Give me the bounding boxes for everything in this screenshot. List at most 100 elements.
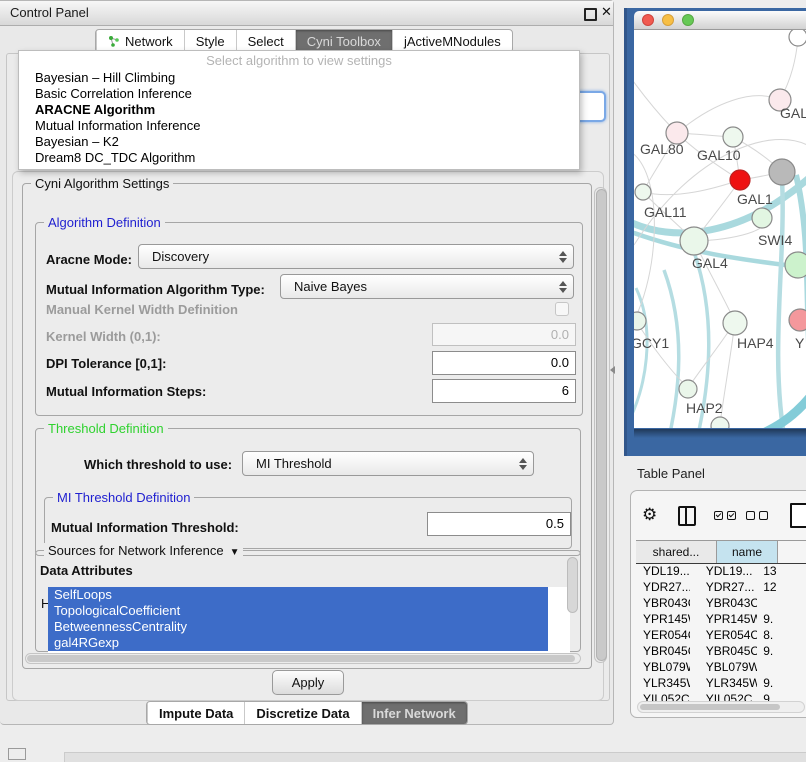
- apply-button[interactable]: Apply: [272, 670, 344, 695]
- tab-label: Network: [125, 34, 173, 49]
- cyni-mode-tab[interactable]: Impute Data: [147, 702, 244, 724]
- dpi-tolerance-field[interactable]: 0.0: [432, 351, 576, 375]
- minimize-traffic-light-icon[interactable]: [662, 14, 674, 26]
- algorithm-popup-item[interactable]: Dream8 DC_TDC Algorithm: [19, 150, 579, 166]
- label-gal1: GAL1: [737, 191, 773, 207]
- label-gal80: GAL80: [640, 141, 684, 157]
- aracne-mode-select[interactable]: Discovery: [138, 244, 574, 269]
- mi-threshold-group: MI Threshold Definition Mutual Informati…: [44, 497, 572, 549]
- table-row[interactable]: YPR145W YPR145W 9.: [636, 611, 806, 627]
- aracne-mode-value: Discovery: [152, 249, 209, 264]
- sources-group: Sources for Network Inference▼ Data Attr…: [35, 550, 581, 652]
- table-row[interactable]: YBL079W YBL079W: [636, 659, 806, 675]
- kernel-width-field[interactable]: 0.0: [432, 323, 576, 346]
- mi-threshold-label: Mutual Information Threshold:: [51, 520, 239, 535]
- checked-boxes-icon[interactable]: [714, 511, 740, 521]
- node-gal4: [680, 227, 708, 255]
- attributes-scrollbar[interactable]: [567, 557, 578, 613]
- network-window-shadow: [634, 429, 806, 438]
- columns-icon[interactable]: [678, 506, 696, 526]
- network-canvas[interactable]: GAL GAL80 GAL10 GAL1 GAL11 SWI4 GAL4 GCY…: [634, 30, 806, 428]
- cell-value: 9.: [757, 611, 806, 627]
- threshold-definition-group: Threshold Definition Which threshold to …: [35, 428, 581, 556]
- control-panel-tab[interactable]: Select: [236, 30, 295, 52]
- algorithm-popup-item[interactable]: Bayesian – Hill Climbing: [19, 70, 579, 86]
- gear-icon[interactable]: ⚙: [642, 504, 657, 526]
- cell-shared-name: YPR145W: [636, 611, 690, 627]
- node-red-selected: [730, 170, 750, 190]
- data-attribute-item[interactable]: BetweennessCentrality: [48, 619, 548, 635]
- table-row[interactable]: YBR043C YBR043C: [636, 595, 806, 611]
- algorithm-popup-item[interactable]: Basic Correlation Inference: [19, 86, 579, 102]
- which-threshold-select[interactable]: MI Threshold: [242, 451, 534, 476]
- control-panel-tab[interactable]: Style: [184, 30, 236, 52]
- cyni-mode-tabs: Impute Data Discretize Data Infer Networ…: [146, 701, 468, 725]
- document-icon[interactable]: [790, 503, 806, 528]
- label-hap4: HAP4: [737, 335, 774, 351]
- label-gcy1: GCY1: [634, 335, 669, 351]
- control-panel-title: Control Panel: [10, 5, 89, 20]
- zoom-traffic-light-icon[interactable]: [682, 14, 694, 26]
- mi-threshold-field[interactable]: 0.5: [427, 512, 571, 536]
- threshold-definition-title: Threshold Definition: [44, 421, 168, 436]
- cell-name: YBL079W: [690, 659, 757, 675]
- mi-type-value: Naive Bayes: [294, 279, 367, 294]
- table-column-header[interactable]: name: [717, 541, 777, 563]
- table-row[interactable]: YBR045C YBR045C 9.: [636, 643, 806, 659]
- algorithm-popup-item[interactable]: Bayesian – K2: [19, 134, 579, 150]
- manual-kernel-checkbox[interactable]: [555, 302, 569, 316]
- settings-vertical-scrollbar[interactable]: [594, 187, 607, 663]
- stepper-arrows-icon: [559, 251, 566, 263]
- close-icon[interactable]: ✕: [601, 4, 612, 20]
- cell-value: 9.: [757, 675, 806, 691]
- table-toolbar: ⚙: [640, 503, 806, 533]
- unchecked-boxes-icon[interactable]: [746, 511, 772, 521]
- manual-kernel-label: Manual Kernel Width Definition: [46, 302, 238, 317]
- cyni-mode-tab[interactable]: Infer Network: [361, 702, 467, 724]
- node-partial-top: [789, 30, 806, 46]
- table-row[interactable]: YDR27... YDR27... 12: [636, 579, 806, 595]
- cell-name: YPR145W: [690, 611, 757, 627]
- table-column-header[interactable]: shared...: [636, 541, 717, 563]
- data-attribute-item[interactable]: TopologicalCoefficient: [48, 603, 548, 619]
- mi-type-select[interactable]: Naive Bayes: [280, 274, 574, 299]
- node-gray: [769, 159, 795, 185]
- tab-label: Discretize Data: [256, 706, 349, 721]
- panel-divider-handle[interactable]: [610, 366, 615, 374]
- tab-label: Style: [196, 34, 225, 49]
- cyni-mode-tab[interactable]: Discretize Data: [244, 702, 360, 724]
- cell-name: YLR345W: [690, 675, 757, 691]
- column-label: shared...: [653, 545, 700, 559]
- network-window-titlebar[interactable]: [634, 11, 806, 30]
- control-panel-tab[interactable]: Network: [96, 30, 184, 52]
- control-panel-tab[interactable]: jActiveMNodules: [392, 30, 512, 52]
- cell-shared-name: YDR27...: [636, 579, 690, 595]
- sources-title[interactable]: Sources for Network Inference▼: [44, 543, 243, 558]
- control-panel-tab[interactable]: Cyni Toolbox: [295, 30, 392, 52]
- data-attribute-item[interactable]: gal4RGexp: [48, 635, 548, 651]
- settings-horizontal-scrollbar[interactable]: [25, 653, 581, 664]
- table-horizontal-scrollbar[interactable]: [637, 701, 805, 713]
- algorithm-popup-item[interactable]: ARACNE Algorithm: [19, 102, 579, 118]
- which-threshold-label: Which threshold to use:: [84, 457, 232, 472]
- table-row[interactable]: YDL19... YDL19... 13: [636, 563, 806, 579]
- label-y: Y: [795, 335, 805, 351]
- data-attribute-item[interactable]: SelfLoops: [48, 587, 548, 603]
- table-panel-title: Table Panel: [637, 466, 705, 481]
- table-column-header[interactable]: [777, 541, 778, 563]
- cell-shared-name: YER054C: [636, 627, 690, 643]
- mi-threshold-title: MI Threshold Definition: [53, 490, 194, 505]
- float-window-icon[interactable]: [584, 8, 597, 21]
- cell-value: [757, 595, 806, 611]
- close-traffic-light-icon[interactable]: [642, 14, 654, 26]
- collapsed-panel-icon[interactable]: [8, 748, 26, 760]
- algorithm-popup: Select algorithm to view settings Bayesi…: [18, 50, 580, 170]
- table-row[interactable]: YER054C YER054C 8.: [636, 627, 806, 643]
- mi-steps-field[interactable]: 6: [432, 379, 576, 403]
- collapse-down-icon: ▼: [230, 547, 240, 558]
- cell-shared-name: YBR045C: [636, 643, 690, 659]
- table-row[interactable]: YLR345W YLR345W 9.: [636, 675, 806, 691]
- tab-label: Impute Data: [159, 706, 233, 721]
- node-hap2: [679, 380, 697, 398]
- algorithm-popup-item[interactable]: Mutual Information Inference: [19, 118, 579, 134]
